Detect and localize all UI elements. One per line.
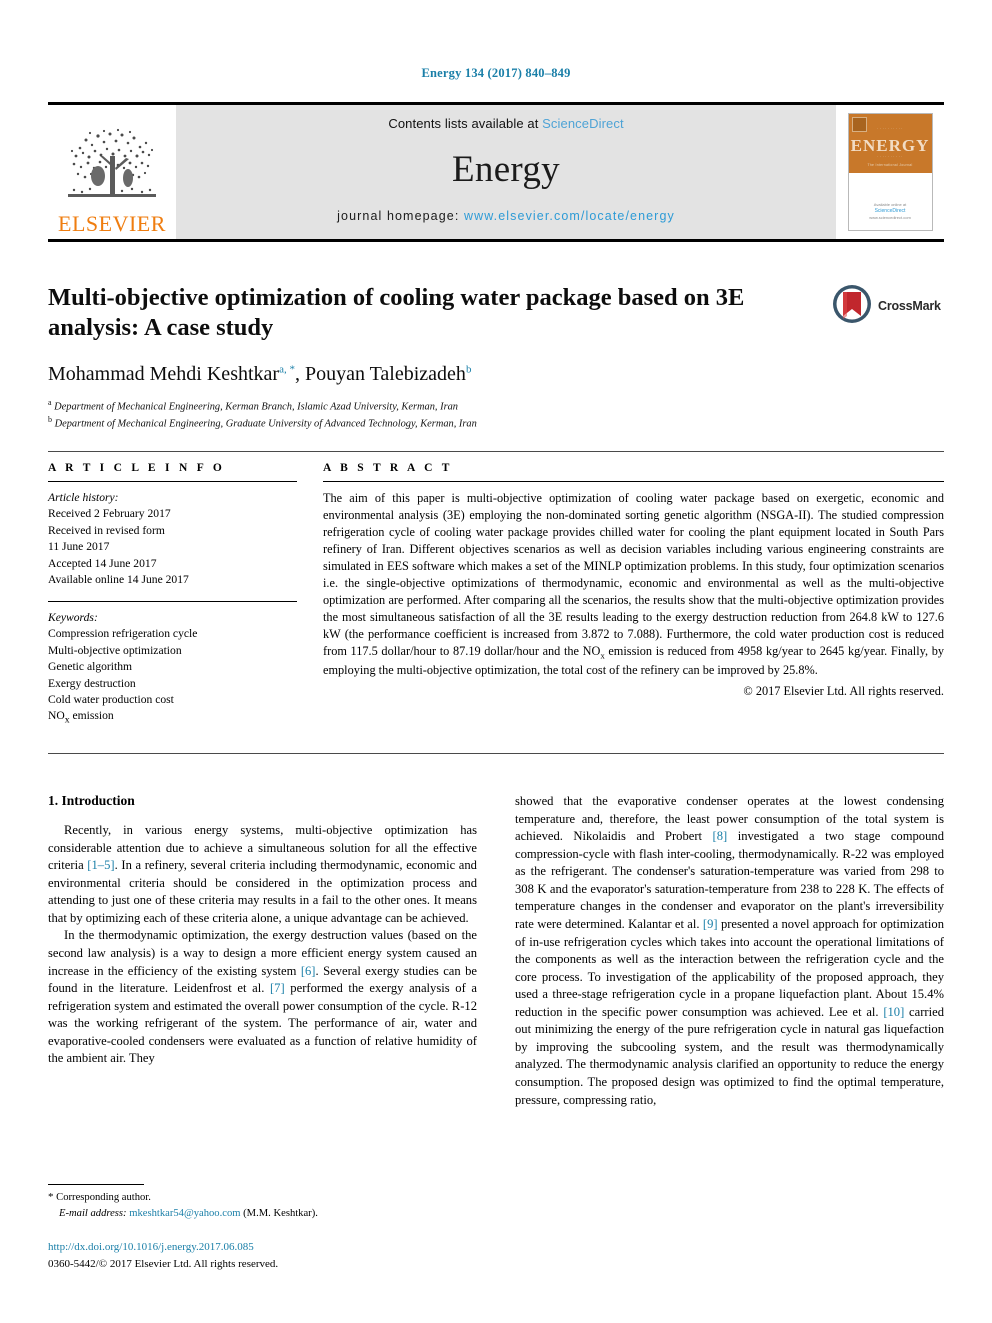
abstract-text: The aim of this paper is multi-objective… [323, 490, 944, 679]
corresponding-author-footnote: * Corresponding author. E-mail address: … [48, 1184, 477, 1221]
nox-prefix: NO [48, 709, 65, 723]
footnote-corresponding-text: Corresponding author. [56, 1192, 151, 1203]
history-line: Available online 14 June 2017 [48, 573, 189, 587]
citation-ref[interactable]: [1–5] [87, 858, 114, 872]
history-line: Received 2 February 2017 [48, 507, 171, 521]
pr-text-b: investigated a two stage compound compre… [515, 829, 944, 931]
journal-cover-thumbnail: · · · · · · · · · · ENERGY · · · · · · ·… [836, 105, 944, 239]
citation-ref[interactable]: [6] [301, 964, 316, 978]
citation-ref[interactable]: [7] [270, 981, 285, 995]
article-title: Multi-objective optimization of cooling … [48, 284, 745, 341]
journal-title: Energy [452, 149, 560, 190]
keyword-item: Exergy destruction [48, 676, 136, 690]
sciencedirect-link[interactable]: ScienceDirect [542, 116, 624, 131]
article-info-heading: A R T I C L E I N F O [48, 462, 226, 474]
cover-footer-line-2: ScienceDirect [874, 207, 906, 214]
cover-tagline: The International Journal [867, 163, 913, 167]
history-line: Accepted 14 June 2017 [48, 556, 157, 570]
footnote-email-label: E-mail address: [59, 1207, 127, 1219]
footnote-email-link[interactable]: mkeshtkar54@yahoo.com [129, 1208, 240, 1219]
citation-ref[interactable]: [10] [883, 1005, 904, 1019]
article-info-separator [48, 600, 297, 602]
title-block: Multi-objective optimization of cooling … [48, 283, 944, 432]
elsevier-wordmark: ELSEVIER [58, 211, 166, 236]
abstract-part-1: The aim of this paper is multi-objective… [323, 491, 944, 658]
running-head: Energy 134 (2017) 840–849 [421, 66, 571, 80]
abstract-copyright: © 2017 Elsevier Ltd. All rights reserved… [743, 683, 944, 698]
cover-footer: Available online at ScienceDirect www.sc… [849, 202, 932, 222]
abstract-heading: A B S T R A C T [323, 462, 453, 474]
affiliation-a: a Department of Mechanical Engineering, … [48, 397, 944, 415]
intro-paragraph-1: Recently, in various energy systems, mul… [48, 822, 477, 927]
divider-above-abstract [48, 451, 944, 452]
article-history-label: Article history: [48, 491, 119, 504]
issn-copyright-line: 0360-5442/© 2017 Elsevier Ltd. All right… [48, 1257, 279, 1270]
article-info-rule [48, 481, 297, 482]
affiliation-b-text: Department of Mechanical Engineering, Gr… [54, 418, 477, 430]
affiliation-a-text: Department of Mechanical Engineering, Ke… [54, 401, 459, 413]
affiliation-b: b Department of Mechanical Engineering, … [48, 414, 944, 432]
keyword-item: Cold water production cost [48, 692, 174, 706]
keyword-item-nox: NOx emission [48, 708, 297, 727]
affiliation-b-mark: b [48, 415, 52, 425]
abstract-column: A B S T R A C T The aim of this paper is… [323, 462, 944, 727]
article-info-column: A R T I C L E I N F O Article history: R… [48, 462, 297, 727]
intro-paragraph-2: In the thermodynamic optimization, the e… [48, 927, 477, 1068]
nox-suffix: emission [69, 709, 114, 723]
history-line: Received in revised form [48, 523, 165, 537]
footnote-corresponding-line: * Corresponding author. [48, 1190, 477, 1206]
crossmark-icon [832, 284, 872, 329]
contents-available-line: Contents lists available at ScienceDirec… [388, 116, 623, 131]
keyword-item: Genetic algorithm [48, 660, 133, 674]
citation-ref[interactable]: [8] [713, 829, 728, 843]
author-list: Mohammad Mehdi Keshtkara, *, Pouyan Tale… [48, 362, 472, 385]
keyword-item: Compression refrigeration cycle [48, 627, 198, 641]
page-footer: http://dx.doi.org/10.1016/j.energy.2017.… [48, 1239, 608, 1272]
crossmark-label: CrossMark [878, 299, 941, 313]
divider-below-abstract [48, 753, 944, 754]
pr-text-d: carried out minimizing the energy of the… [515, 1004, 944, 1107]
keyword-item: Multi-objective optimization [48, 643, 182, 657]
journal-homepage-line: journal homepage: www.elsevier.com/locat… [176, 209, 836, 223]
body-columns: 1. Introduction Recently, in various ene… [48, 793, 944, 1109]
author-name-2: Pouyan Talebizadeh [304, 362, 466, 385]
affiliation-a-mark: a [48, 397, 52, 407]
footnote-email-line: E-mail address: mkeshtkar54@yahoo.com (M… [48, 1206, 477, 1221]
crossmark-badge[interactable]: CrossMark [832, 284, 944, 329]
keywords-label: Keywords: [48, 610, 98, 624]
footnote-divider [48, 1184, 144, 1185]
author-2-affiliation-marks: b [465, 363, 472, 376]
cover-top-microtext: · · · · · · · · · · [877, 127, 903, 131]
homepage-prefix: journal homepage: [337, 209, 464, 223]
body-column-right: showed that the evaporative condenser op… [515, 793, 944, 1109]
history-line: 11 June 2017 [48, 540, 110, 554]
affiliation-list: a Department of Mechanical Engineering, … [48, 397, 944, 432]
footnote-email-owner: (M.M. Keshtkar). [243, 1207, 318, 1219]
section-title-introduction: 1. Introduction [48, 793, 135, 808]
footnote-body: * Corresponding author. E-mail address: … [48, 1190, 477, 1221]
citation-ref[interactable]: [9] [703, 917, 718, 931]
elsevier-tree-icon [60, 120, 164, 212]
contents-prefix: Contents lists available at [388, 116, 543, 131]
cover-footer-line-3: www.sciencedirect.com [869, 215, 911, 220]
paper-page: Energy 134 (2017) 840–849 ELSEVIER Conte… [0, 0, 992, 1323]
author-1-affiliation-marks: a, * [279, 363, 295, 376]
elsevier-logo: ELSEVIER [48, 105, 176, 239]
journal-masthead: ELSEVIER Contents lists available at Sci… [48, 102, 944, 242]
footnote-star-marker: * [48, 1191, 54, 1203]
keywords-group: Keywords: Compression refrigeration cycl… [48, 610, 297, 728]
article-history-group: Article history: Received 2 February 201… [48, 490, 297, 589]
homepage-url-link[interactable]: www.elsevier.com/locate/energy [464, 209, 675, 223]
author-name-1: Mohammad Mehdi Keshtkar [48, 362, 280, 385]
cover-energy-title: ENERGY [850, 136, 930, 155]
cover-sub-microtext: · · · · · · · · · · [877, 155, 903, 159]
doi-link[interactable]: http://dx.doi.org/10.1016/j.energy.2017.… [48, 1239, 608, 1256]
body-column-left: 1. Introduction Recently, in various ene… [48, 793, 477, 1109]
abstract-rule [323, 481, 944, 482]
info-abstract-region: A R T I C L E I N F O Article history: R… [48, 462, 944, 727]
pr-text-c: presented a novel approach for optimizat… [515, 916, 944, 1019]
masthead-center-panel: Contents lists available at ScienceDirec… [176, 105, 836, 239]
intro-paragraph-continued: showed that the evaporative condenser op… [515, 793, 944, 1109]
